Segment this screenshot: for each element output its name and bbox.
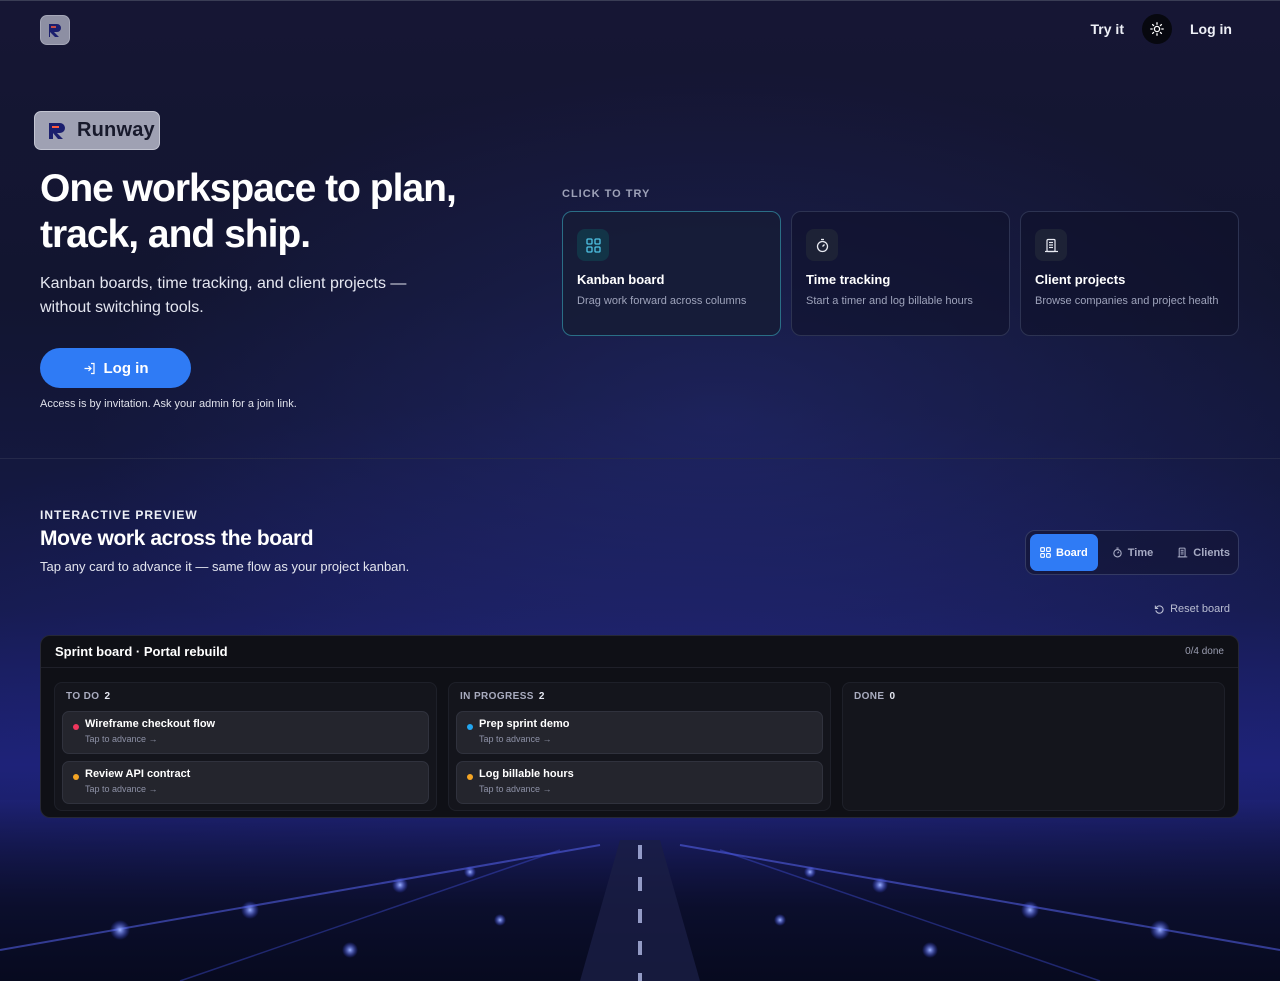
column-count: 0 xyxy=(889,691,896,702)
building-icon xyxy=(1177,547,1188,558)
column-count: 2 xyxy=(538,691,545,702)
feature-card-kanban[interactable]: Kanban board Drag work forward across co… xyxy=(562,211,781,336)
sun-icon xyxy=(1150,22,1164,36)
column-todo: TO DO 2 Wireframe checkout flow Tap to ad… xyxy=(54,682,437,811)
task-hint: Tap to advance → xyxy=(479,734,552,744)
priority-dot xyxy=(73,724,79,730)
hero-subtitle: Kanban boards, time tracking, and client… xyxy=(40,275,407,316)
sprint-board: Sprint board · Portal rebuild 0/4 done T… xyxy=(40,635,1239,818)
column-header: DONE 0 xyxy=(850,691,1217,702)
try-it-link[interactable]: Try it xyxy=(1091,21,1124,37)
access-note: Access is by invitation. Ask your admin … xyxy=(40,398,297,410)
preview-title: Move work across the board xyxy=(40,527,314,550)
board-title: Sprint board · Portal rebuild xyxy=(55,644,228,659)
task-card[interactable]: Wireframe checkout flow Tap to advance → xyxy=(62,711,429,754)
column-header: TO DO 2 xyxy=(62,691,429,702)
feature-desc: Drag work forward across columns xyxy=(577,295,747,307)
runway-logo-icon xyxy=(49,24,61,37)
column-in-progress: IN PROGRESS 2 Prep sprint demo Tap to adv… xyxy=(448,682,831,811)
feature-desc: Browse companies and project health xyxy=(1035,295,1219,307)
priority-dot xyxy=(467,724,473,730)
hero-login-label: Log in xyxy=(103,359,149,377)
feature-title: Kanban board xyxy=(577,272,665,287)
reset-board-label: Reset board xyxy=(1170,603,1230,615)
board-header: Sprint board · Portal rebuild 0/4 done xyxy=(41,636,1238,668)
hero-title: One workspace to plan, track, and ship. xyxy=(40,167,457,256)
column-count: 2 xyxy=(104,691,111,702)
task-title: Prep sprint demo xyxy=(479,718,570,730)
task-card[interactable]: Review API contract Tap to advance → xyxy=(62,761,429,804)
reset-icon xyxy=(1154,604,1164,614)
runway-logo-icon xyxy=(49,122,65,139)
grid-icon xyxy=(577,229,609,261)
tab-clients[interactable]: Clients xyxy=(1167,534,1240,571)
click-to-try-label: CLICK TO TRY xyxy=(562,188,651,200)
feature-card-time-tracking[interactable]: Time tracking Start a timer and log bill… xyxy=(791,211,1010,336)
brand-badge: Runway xyxy=(34,111,160,150)
tab-board[interactable]: Board xyxy=(1030,534,1098,571)
nav-login-link[interactable]: Log in xyxy=(1190,21,1232,37)
task-card[interactable]: Prep sprint demo Tap to advance → xyxy=(456,711,823,754)
column-header: IN PROGRESS 2 xyxy=(456,691,823,702)
preview-subtitle: Tap any card to advance it — same flow a… xyxy=(40,559,410,574)
priority-dot xyxy=(73,774,79,780)
reset-board-button[interactable]: Reset board xyxy=(1154,603,1230,615)
feature-desc: Start a timer and log billable hours xyxy=(806,295,973,307)
section-divider xyxy=(0,458,1280,459)
column-done: DONE 0 xyxy=(842,682,1225,811)
task-hint: Tap to advance → xyxy=(85,784,158,794)
runway-lights xyxy=(0,840,1280,981)
task-title: Review API contract xyxy=(85,768,191,780)
hero-login-button[interactable]: Log in xyxy=(40,348,191,388)
column-name: DONE xyxy=(854,691,885,702)
priority-dot xyxy=(467,774,473,780)
board-progress: 0/4 done xyxy=(1185,646,1224,657)
feature-title: Time tracking xyxy=(806,272,891,287)
task-title: Wireframe checkout flow xyxy=(85,718,216,730)
runway-background xyxy=(0,0,1280,981)
login-icon xyxy=(84,362,95,374)
task-card[interactable]: Log billable hours Tap to advance → xyxy=(456,761,823,804)
feature-title: Client projects xyxy=(1035,272,1126,287)
feature-card-client-projects[interactable]: Client projects Browse companies and pro… xyxy=(1020,211,1239,336)
tab-board-label: Board xyxy=(1056,546,1088,559)
top-nav: Try it Log in xyxy=(1091,14,1232,44)
stopwatch-icon xyxy=(1113,547,1122,558)
grid-icon xyxy=(1040,547,1051,558)
column-name: TO DO xyxy=(66,691,100,702)
tab-clients-label: Clients xyxy=(1193,546,1230,559)
stopwatch-icon xyxy=(806,229,838,261)
tab-time-label: Time xyxy=(1127,546,1154,559)
task-hint: Tap to advance → xyxy=(85,734,158,744)
window-top-border xyxy=(0,0,1280,1)
preview-eyebrow: INTERACTIVE PREVIEW xyxy=(40,508,198,522)
theme-toggle-button[interactable] xyxy=(1142,14,1172,44)
task-title: Log billable hours xyxy=(479,768,574,780)
task-hint: Tap to advance → xyxy=(479,784,552,794)
building-icon xyxy=(1035,229,1067,261)
brand-name: Runway xyxy=(77,119,155,141)
tab-time[interactable]: Time xyxy=(1102,534,1163,571)
column-name: IN PROGRESS xyxy=(460,691,534,702)
preview-tab-switcher: Board Time Clients xyxy=(1025,530,1239,575)
app-logo[interactable] xyxy=(40,15,70,45)
